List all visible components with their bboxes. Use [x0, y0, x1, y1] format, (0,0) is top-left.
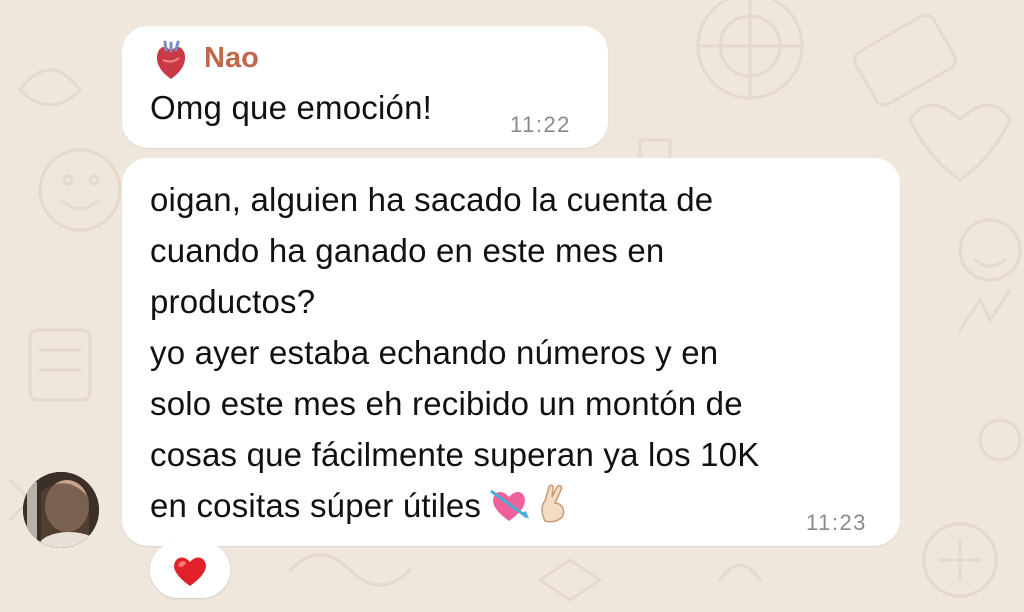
message-text: oigan, alguien ha sacado la cuenta de cu…	[150, 174, 890, 537]
message-bubble[interactable]: oigan, alguien ha sacado la cuenta de cu…	[122, 158, 900, 546]
avatar-photo	[23, 472, 99, 548]
message-bubble-nao[interactable]: Nao Omg que emoción! 11:22	[122, 26, 608, 148]
message-body: oigan, alguien ha sacado la cuenta de cu…	[150, 181, 760, 524]
avatar[interactable]	[23, 472, 99, 548]
red-heart-icon	[174, 557, 206, 586]
anatomical-heart-icon	[156, 40, 186, 79]
message-timestamp: 11:22	[510, 112, 571, 137]
message-text: Omg que emoción!	[150, 89, 433, 126]
message-reaction[interactable]	[150, 542, 230, 598]
heart-with-arrow-icon	[489, 486, 530, 537]
message-timestamp: 11:23	[806, 510, 867, 535]
sender-name[interactable]: Nao	[204, 42, 259, 75]
crossed-fingers-icon	[537, 483, 571, 537]
